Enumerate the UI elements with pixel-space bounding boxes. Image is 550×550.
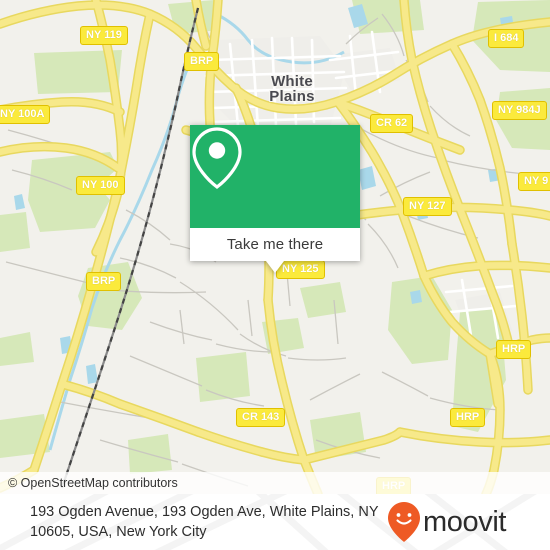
road-shield-brp-south[interactable]: BRP [86, 272, 122, 291]
moovit-wordmark: moovit [423, 505, 507, 538]
map-pin-icon [192, 127, 242, 190]
road-shield-ny-100a[interactable]: NY 100A [0, 105, 51, 124]
road-shield-ny-127[interactable]: NY 127 [403, 197, 452, 216]
road-shield-brp-north[interactable]: BRP [184, 52, 220, 71]
road-shield-hrp-mid[interactable]: HRP [450, 408, 486, 427]
card-pointer [266, 261, 284, 273]
road-shield-ny-984j[interactable]: NY 984J [492, 101, 547, 120]
footer-bar: 193 Ogden Avenue, 193 Ogden Ave, White P… [0, 494, 550, 550]
road-shield-ny-100[interactable]: NY 100 [76, 176, 125, 195]
road-shield-hrp-east[interactable]: HRP [496, 340, 532, 359]
osm-attribution-text[interactable]: © OpenStreetMap contributors [8, 476, 178, 490]
road-shield-ny-9[interactable]: NY 9 [518, 172, 550, 191]
card-action-area[interactable]: Take me there [190, 228, 360, 261]
take-me-there-label: Take me there [226, 236, 324, 253]
road-shield-cr-62[interactable]: CR 62 [370, 114, 414, 133]
road-shield-cr-143[interactable]: CR 143 [236, 408, 286, 427]
moovit-smiley-pin-icon [388, 502, 420, 542]
moovit-location-screenshot: White Plains NY 119 BRP I 684 CR 62 NY 9… [0, 0, 550, 550]
take-me-there-card[interactable]: Take me there [190, 125, 360, 273]
card-pin-area [190, 125, 360, 228]
road-shield-ny-119[interactable]: NY 119 [80, 26, 128, 45]
moovit-logo[interactable]: moovit [387, 501, 506, 543]
map-canvas[interactable]: White Plains NY 119 BRP I 684 CR 62 NY 9… [0, 0, 550, 494]
road-shield-i-684[interactable]: I 684 [488, 29, 525, 48]
location-address: 193 Ogden Avenue, 193 Ogden Ave, White P… [30, 504, 379, 540]
osm-attribution-bar: © OpenStreetMap contributors [0, 472, 550, 494]
